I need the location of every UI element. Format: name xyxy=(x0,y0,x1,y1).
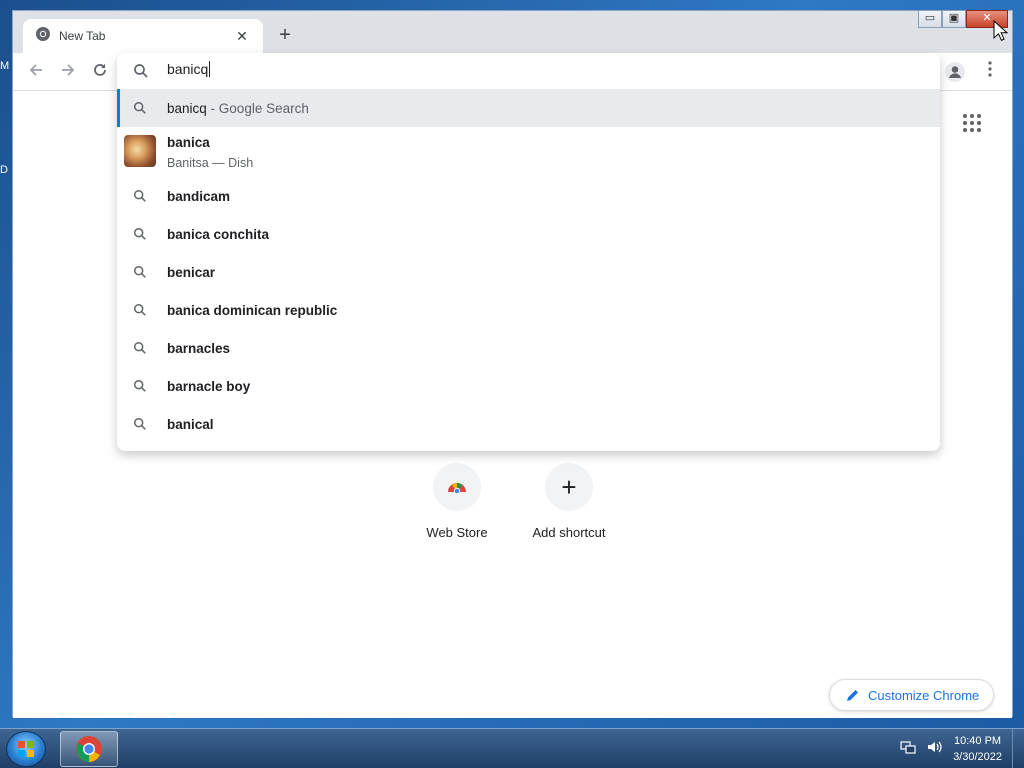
search-icon xyxy=(134,304,146,316)
search-icon xyxy=(134,342,146,354)
suggestion-entity[interactable]: banica Banitsa — Dish xyxy=(117,127,940,177)
taskbar-clock[interactable]: 10:40 PM 3/30/2022 xyxy=(953,733,1002,765)
reload-icon xyxy=(94,64,106,76)
mouse-cursor-icon xyxy=(993,20,1009,41)
address-input[interactable]: banicq xyxy=(167,61,211,77)
minimize-button[interactable]: ▭ xyxy=(918,10,942,28)
back-button[interactable] xyxy=(25,61,47,83)
back-arrow-icon xyxy=(29,64,42,76)
search-icon xyxy=(134,190,146,202)
desktop-icon-label: M xyxy=(0,60,10,72)
maximize-button[interactable]: ▣ xyxy=(942,10,966,28)
tab-new-tab[interactable]: New Tab ✕ xyxy=(23,19,263,53)
shortcut-tile: + xyxy=(545,463,593,511)
entity-title: banica xyxy=(167,135,210,150)
search-icon xyxy=(134,418,146,430)
suggestion-text: bandicam xyxy=(167,188,231,204)
system-tray xyxy=(900,739,944,755)
customize-chrome-button[interactable]: Customize Chrome xyxy=(829,679,994,711)
address-bar[interactable]: banicq xyxy=(117,53,940,89)
apps-grid-icon xyxy=(963,114,981,132)
profile-avatar-icon xyxy=(945,62,965,82)
search-icon xyxy=(134,64,148,78)
shortcut-tile xyxy=(433,463,481,511)
banitsa-thumbnail xyxy=(124,135,156,167)
start-button[interactable] xyxy=(6,731,46,767)
search-icon xyxy=(134,228,146,240)
google-apps-button[interactable] xyxy=(962,113,986,137)
suggestion-suffix: Google Search xyxy=(218,100,309,116)
suggestion-text: barnacle boy xyxy=(167,378,251,394)
shortcut-label: Web Store xyxy=(426,525,488,540)
search-icon xyxy=(134,266,146,278)
tab-title: New Tab xyxy=(59,29,106,43)
suggestion-item[interactable]: banical xyxy=(117,405,940,443)
title-bar: New Tab ✕ + ▭ ▣ ✕ xyxy=(13,10,1012,53)
suggestion-item[interactable]: banica dominican republic xyxy=(117,291,940,329)
suggestion-item[interactable]: benicar xyxy=(117,253,940,291)
suggestion-item[interactable]: barnacles xyxy=(117,329,940,367)
suggestion-text: benicar xyxy=(167,264,216,280)
entity-subtitle: Banitsa — Dish xyxy=(167,156,254,170)
tab-close-icon[interactable]: ✕ xyxy=(233,28,251,45)
omnibox-dropdown: banicq banicq - Google Search banica Ban… xyxy=(117,53,940,451)
suggestion-item[interactable]: barnacle boy xyxy=(117,367,940,405)
more-vert-icon xyxy=(988,61,992,77)
customize-label: Customize Chrome xyxy=(868,687,980,703)
taskbar: 10:40 PM 3/30/2022 xyxy=(0,728,1024,768)
clock-date: 3/30/2022 xyxy=(953,751,1002,763)
suggestion-item[interactable]: banica conchita xyxy=(117,215,940,253)
clock-time: 10:40 PM xyxy=(953,735,1002,747)
forward-arrow-icon xyxy=(62,64,75,76)
shortcut-label: Add shortcut xyxy=(532,525,606,540)
chrome-favicon-icon xyxy=(35,26,51,47)
desktop-icon-label: D xyxy=(0,164,8,176)
search-icon xyxy=(134,102,146,114)
search-icon xyxy=(134,380,146,392)
windows-logo-icon xyxy=(18,741,34,757)
plus-icon: + xyxy=(561,472,577,502)
suggestion-text: banica conchita xyxy=(167,226,270,242)
suggestion-item[interactable]: bandicam xyxy=(117,177,940,215)
shortcut-add[interactable]: + Add shortcut xyxy=(519,463,619,540)
web-store-icon xyxy=(448,483,466,495)
forward-button[interactable] xyxy=(57,61,79,83)
suggestion-text: banical xyxy=(167,416,214,432)
taskbar-chrome-button[interactable] xyxy=(60,731,118,767)
network-icon[interactable] xyxy=(900,739,916,755)
new-tab-button[interactable]: + xyxy=(273,24,297,48)
suggestion-query: banicq xyxy=(167,100,207,116)
suggestion-text: banica dominican republic xyxy=(167,302,338,318)
suggestion-google-search[interactable]: banicq - Google Search xyxy=(117,89,940,127)
reload-button[interactable] xyxy=(89,61,111,83)
volume-icon[interactable] xyxy=(926,739,944,755)
chrome-logo-icon xyxy=(76,736,102,762)
profile-button[interactable] xyxy=(944,61,966,83)
chrome-menu-button[interactable] xyxy=(984,61,996,83)
suggestion-separator: - xyxy=(206,100,219,116)
text-caret xyxy=(209,61,211,77)
pencil-icon xyxy=(847,690,858,701)
suggestion-text: barnacles xyxy=(167,340,231,356)
suggestion-list: bandicam banica conchita benicar banica dom… xyxy=(117,177,940,443)
shortcut-web-store[interactable]: Web Store xyxy=(407,463,507,540)
show-desktop-button[interactable] xyxy=(1012,729,1024,768)
